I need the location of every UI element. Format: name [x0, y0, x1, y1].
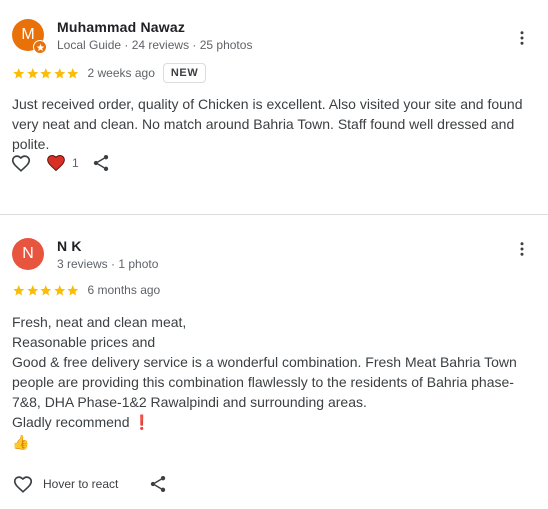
review-text-line: people are providing this combination fl… — [12, 374, 514, 390]
review-text-line: Reasonable prices and — [12, 334, 156, 350]
star-rating — [12, 284, 80, 297]
reviewer-name[interactable]: N K — [57, 238, 536, 255]
review-text-line: very neat and clean. No match around Bah… — [12, 116, 515, 132]
star-icon — [13, 284, 25, 295]
star-icon — [26, 284, 38, 295]
share-icon — [93, 155, 108, 171]
review-text: Fresh, neat and clean meat, Reasonable p… — [12, 312, 532, 454]
star-icon — [53, 67, 65, 78]
reactions-button[interactable]: 1 — [46, 153, 79, 173]
avatar[interactable]: M — [12, 19, 47, 54]
review-actions: 1 — [10, 152, 111, 174]
review-card: N N K 3 reviews · 1 photo 6 months ago F… — [0, 215, 548, 495]
star-icon — [67, 284, 79, 295]
share-button[interactable] — [91, 153, 111, 173]
star-rating — [12, 67, 80, 80]
review-date: 2 weeks ago — [87, 66, 155, 80]
star-icon — [13, 67, 25, 78]
review-date: 6 months ago — [87, 283, 161, 297]
local-guide-star-icon — [33, 40, 47, 54]
review-header: N N K 3 reviews · 1 photo — [12, 238, 536, 274]
star-icon — [26, 67, 38, 78]
review-text: Just received order, quality of Chicken … — [12, 94, 532, 154]
reviewer-info: N K 3 reviews · 1 photo — [57, 238, 536, 272]
heart-outline-icon — [13, 476, 33, 493]
star-icon — [40, 284, 52, 295]
rating-row: 6 months ago — [12, 279, 536, 301]
star-icon — [67, 67, 79, 78]
review-text-line: 7&8, DHA Phase-1&2 Rawalpindi and surrou… — [12, 394, 367, 410]
rating-row: 2 weeks ago NEW — [12, 62, 536, 84]
more-vert-icon[interactable] — [512, 237, 532, 261]
avatar-letter: M — [21, 26, 35, 43]
thumbs-up-emoji: 👍 — [12, 434, 30, 450]
share-icon — [151, 476, 166, 492]
like-button[interactable] — [10, 152, 32, 174]
new-badge: NEW — [162, 63, 207, 83]
hover-to-react-label: Hover to react — [43, 477, 119, 491]
review-text-line: Fresh, neat and clean meat, — [12, 314, 187, 330]
review-text-line: Gladly recommend ❗ — [12, 414, 151, 430]
more-vert-icon[interactable] — [512, 26, 532, 50]
reaction-count: 1 — [72, 156, 79, 170]
avatar[interactable]: N — [12, 238, 44, 270]
heart-outline-icon — [11, 155, 31, 172]
star-icon — [53, 284, 65, 295]
share-button[interactable] — [148, 474, 168, 494]
review-card: M Muhammad Nawaz Local Guide · 24 review… — [0, 0, 548, 215]
reviewer-subtitle: 3 reviews · 1 photo — [57, 257, 159, 271]
review-text-line: polite. — [12, 136, 50, 152]
star-icon — [40, 67, 52, 78]
review-actions: Hover to react — [12, 473, 536, 495]
reviewer-name[interactable]: Muhammad Nawaz — [57, 19, 536, 36]
review-header: M Muhammad Nawaz Local Guide · 24 review… — [12, 19, 536, 55]
heart-filled-icon — [47, 154, 65, 172]
review-text-line: Just received order, quality of Chicken … — [12, 96, 523, 112]
reviewer-subtitle: Local Guide · 24 reviews · 25 photos — [57, 38, 253, 52]
reviewer-info: Muhammad Nawaz Local Guide · 24 reviews … — [57, 19, 536, 53]
avatar-letter: N — [22, 245, 34, 262]
like-button[interactable]: Hover to react — [12, 473, 118, 495]
review-text-line: Good & free delivery service is a wonder… — [12, 354, 517, 370]
